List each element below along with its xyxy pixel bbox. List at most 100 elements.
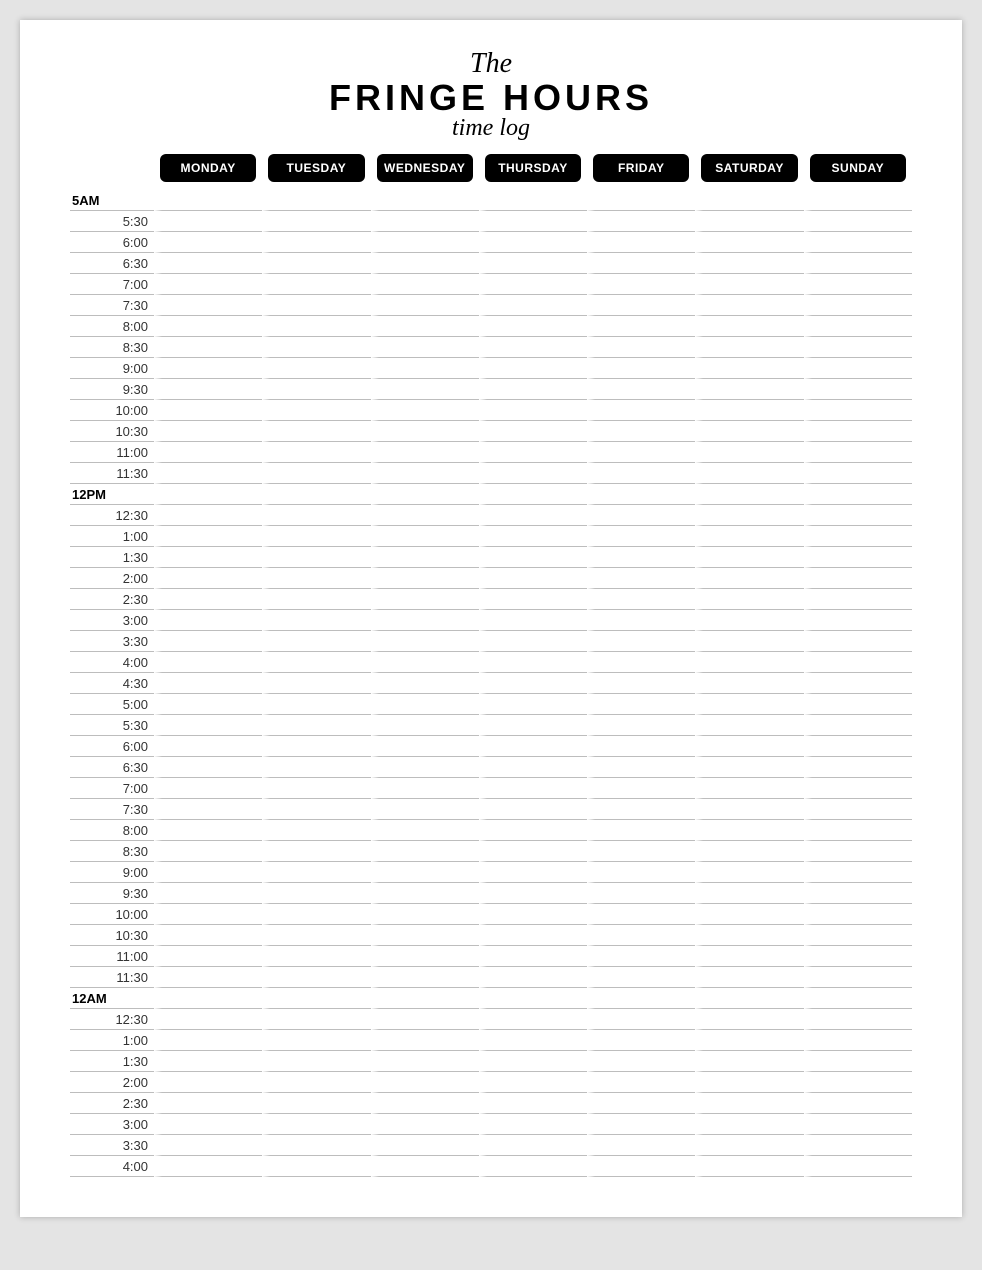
log-cell[interactable]	[695, 295, 803, 316]
log-cell[interactable]	[262, 1030, 370, 1051]
log-cell[interactable]	[154, 379, 262, 400]
log-cell[interactable]	[695, 694, 803, 715]
log-cell[interactable]	[804, 358, 912, 379]
log-cell[interactable]	[804, 505, 912, 526]
log-cell[interactable]	[262, 442, 370, 463]
log-cell[interactable]	[587, 1114, 695, 1135]
log-cell[interactable]	[587, 421, 695, 442]
log-cell[interactable]	[587, 1093, 695, 1114]
log-cell[interactable]	[804, 547, 912, 568]
log-cell[interactable]	[695, 946, 803, 967]
log-cell[interactable]	[479, 505, 587, 526]
log-cell[interactable]	[154, 589, 262, 610]
log-cell[interactable]	[804, 463, 912, 484]
log-cell[interactable]	[371, 463, 479, 484]
log-cell[interactable]	[804, 1030, 912, 1051]
log-cell[interactable]	[371, 190, 479, 211]
log-cell[interactable]	[587, 1030, 695, 1051]
log-cell[interactable]	[262, 946, 370, 967]
log-cell[interactable]	[804, 1156, 912, 1177]
log-cell[interactable]	[479, 1156, 587, 1177]
log-cell[interactable]	[695, 757, 803, 778]
log-cell[interactable]	[479, 652, 587, 673]
log-cell[interactable]	[587, 988, 695, 1009]
log-cell[interactable]	[695, 274, 803, 295]
log-cell[interactable]	[479, 1072, 587, 1093]
log-cell[interactable]	[479, 925, 587, 946]
log-cell[interactable]	[587, 1135, 695, 1156]
log-cell[interactable]	[371, 337, 479, 358]
log-cell[interactable]	[154, 463, 262, 484]
log-cell[interactable]	[587, 211, 695, 232]
log-cell[interactable]	[371, 316, 479, 337]
log-cell[interactable]	[804, 841, 912, 862]
log-cell[interactable]	[587, 484, 695, 505]
log-cell[interactable]	[479, 442, 587, 463]
log-cell[interactable]	[804, 274, 912, 295]
log-cell[interactable]	[695, 925, 803, 946]
log-cell[interactable]	[262, 358, 370, 379]
log-cell[interactable]	[371, 862, 479, 883]
log-cell[interactable]	[804, 673, 912, 694]
log-cell[interactable]	[154, 757, 262, 778]
log-cell[interactable]	[371, 421, 479, 442]
log-cell[interactable]	[587, 694, 695, 715]
log-cell[interactable]	[479, 904, 587, 925]
log-cell[interactable]	[371, 736, 479, 757]
log-cell[interactable]	[479, 778, 587, 799]
log-cell[interactable]	[371, 1072, 479, 1093]
log-cell[interactable]	[262, 232, 370, 253]
log-cell[interactable]	[262, 673, 370, 694]
log-cell[interactable]	[804, 589, 912, 610]
log-cell[interactable]	[695, 610, 803, 631]
log-cell[interactable]	[371, 673, 479, 694]
log-cell[interactable]	[804, 715, 912, 736]
log-cell[interactable]	[804, 694, 912, 715]
log-cell[interactable]	[695, 988, 803, 1009]
log-cell[interactable]	[479, 967, 587, 988]
log-cell[interactable]	[262, 841, 370, 862]
log-cell[interactable]	[479, 1135, 587, 1156]
log-cell[interactable]	[804, 295, 912, 316]
log-cell[interactable]	[479, 1009, 587, 1030]
log-cell[interactable]	[804, 337, 912, 358]
log-cell[interactable]	[262, 631, 370, 652]
log-cell[interactable]	[587, 526, 695, 547]
log-cell[interactable]	[804, 1072, 912, 1093]
log-cell[interactable]	[262, 400, 370, 421]
log-cell[interactable]	[695, 484, 803, 505]
log-cell[interactable]	[479, 211, 587, 232]
log-cell[interactable]	[587, 673, 695, 694]
log-cell[interactable]	[479, 400, 587, 421]
log-cell[interactable]	[804, 631, 912, 652]
log-cell[interactable]	[804, 253, 912, 274]
log-cell[interactable]	[804, 799, 912, 820]
log-cell[interactable]	[804, 400, 912, 421]
log-cell[interactable]	[695, 190, 803, 211]
log-cell[interactable]	[154, 1135, 262, 1156]
log-cell[interactable]	[804, 883, 912, 904]
log-cell[interactable]	[262, 778, 370, 799]
log-cell[interactable]	[371, 232, 479, 253]
log-cell[interactable]	[479, 232, 587, 253]
log-cell[interactable]	[371, 1135, 479, 1156]
log-cell[interactable]	[804, 526, 912, 547]
log-cell[interactable]	[371, 547, 479, 568]
log-cell[interactable]	[154, 841, 262, 862]
log-cell[interactable]	[371, 1030, 479, 1051]
log-cell[interactable]	[804, 778, 912, 799]
log-cell[interactable]	[371, 694, 479, 715]
log-cell[interactable]	[154, 631, 262, 652]
log-cell[interactable]	[371, 946, 479, 967]
log-cell[interactable]	[262, 1156, 370, 1177]
log-cell[interactable]	[804, 757, 912, 778]
log-cell[interactable]	[154, 1072, 262, 1093]
log-cell[interactable]	[371, 988, 479, 1009]
log-cell[interactable]	[479, 253, 587, 274]
log-cell[interactable]	[262, 736, 370, 757]
log-cell[interactable]	[695, 568, 803, 589]
log-cell[interactable]	[154, 988, 262, 1009]
log-cell[interactable]	[371, 1093, 479, 1114]
log-cell[interactable]	[262, 505, 370, 526]
log-cell[interactable]	[262, 883, 370, 904]
